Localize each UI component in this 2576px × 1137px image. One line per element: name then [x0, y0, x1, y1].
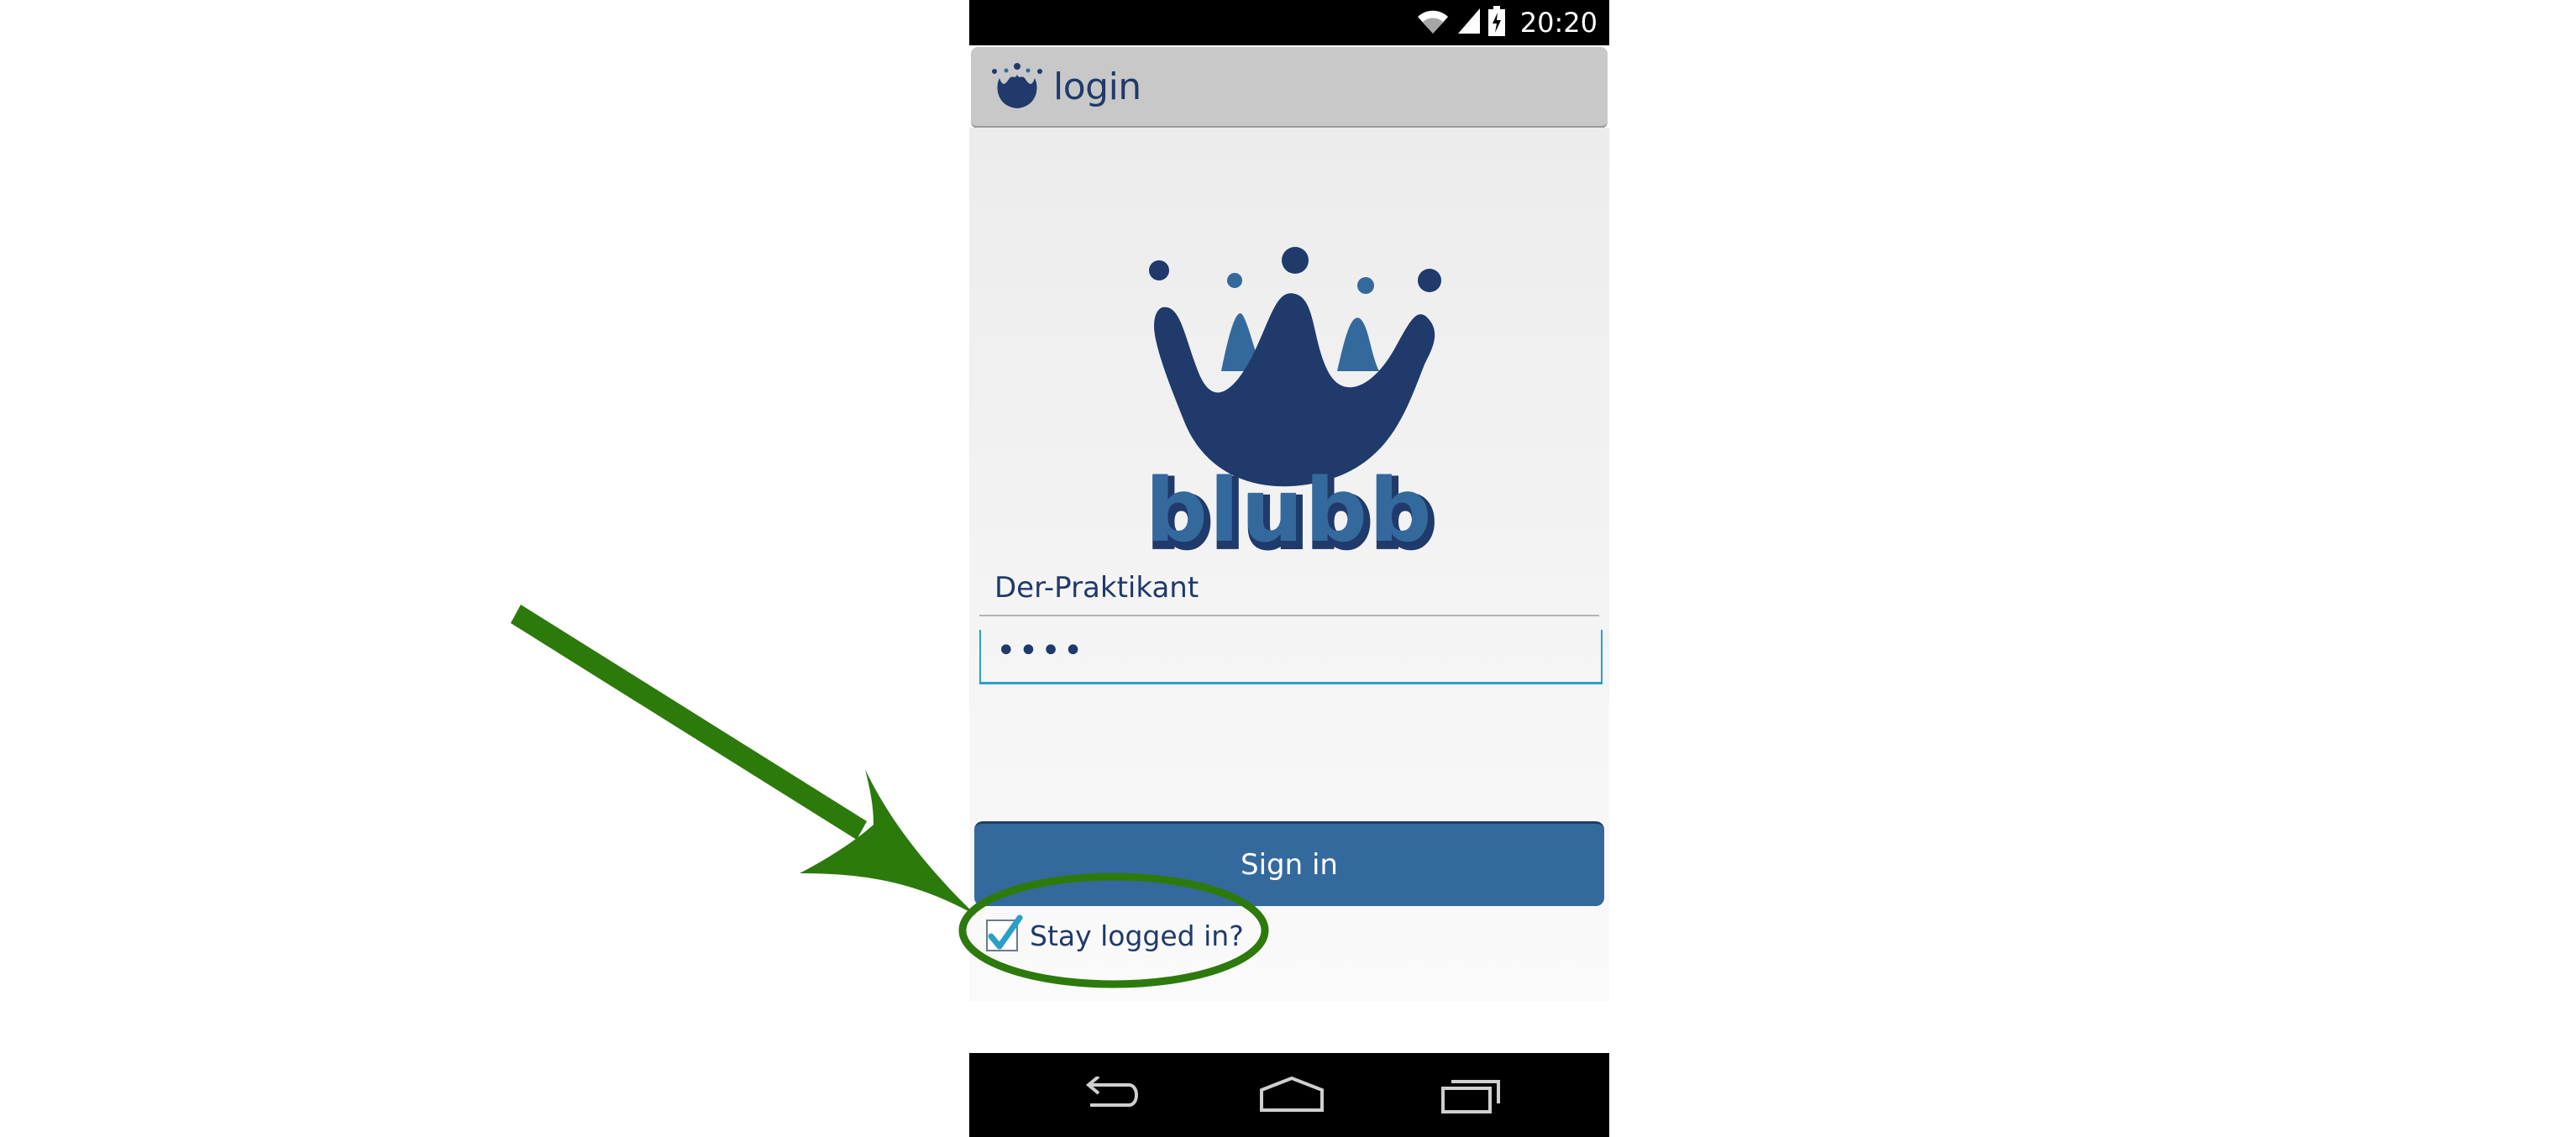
signal-icon — [1456, 7, 1482, 39]
password-field[interactable]: •••• — [979, 630, 1603, 684]
battery-icon — [1487, 6, 1505, 39]
sign-in-label: Sign in — [1241, 848, 1338, 882]
action-bar: login — [971, 47, 1608, 128]
password-value: •••• — [996, 631, 1086, 670]
login-content: blubb blubb Der-Praktikant •••• Sign in … — [969, 128, 1609, 1001]
stay-logged-in-label: Stay logged in? — [1030, 919, 1244, 952]
logo-wordmark: blubb — [1145, 459, 1433, 556]
crown-logo-icon — [992, 63, 1042, 108]
sign-in-button[interactable]: Sign in — [974, 821, 1604, 906]
home-icon[interactable] — [1258, 1076, 1325, 1117]
checkmark-icon — [988, 914, 1023, 950]
status-bar: 20:20 — [969, 0, 1609, 45]
blubb-logo: blubb blubb — [1145, 247, 1441, 556]
status-time: 20:20 — [1519, 7, 1598, 39]
action-bar-title: login — [1053, 65, 1141, 108]
screenshot-stage: 20:20 login blubb blubb Der-Praktikant •… — [0, 0, 2576, 1137]
wifi-icon — [1416, 7, 1450, 39]
back-icon[interactable] — [1078, 1075, 1142, 1117]
username-value: Der-Praktikant — [994, 571, 1199, 605]
recent-apps-icon[interactable] — [1440, 1077, 1503, 1117]
status-icons: 20:20 — [1416, 5, 1598, 40]
phone-screen: 20:20 login blubb blubb Der-Praktikant •… — [969, 0, 1609, 1137]
stay-logged-in-row[interactable]: Stay logged in? — [986, 914, 1244, 956]
green-arrow-annotation — [511, 605, 976, 915]
stay-logged-in-checkbox[interactable] — [986, 914, 1023, 951]
username-field[interactable]: Der-Praktikant — [979, 564, 1599, 616]
navigation-bar — [969, 1053, 1609, 1137]
